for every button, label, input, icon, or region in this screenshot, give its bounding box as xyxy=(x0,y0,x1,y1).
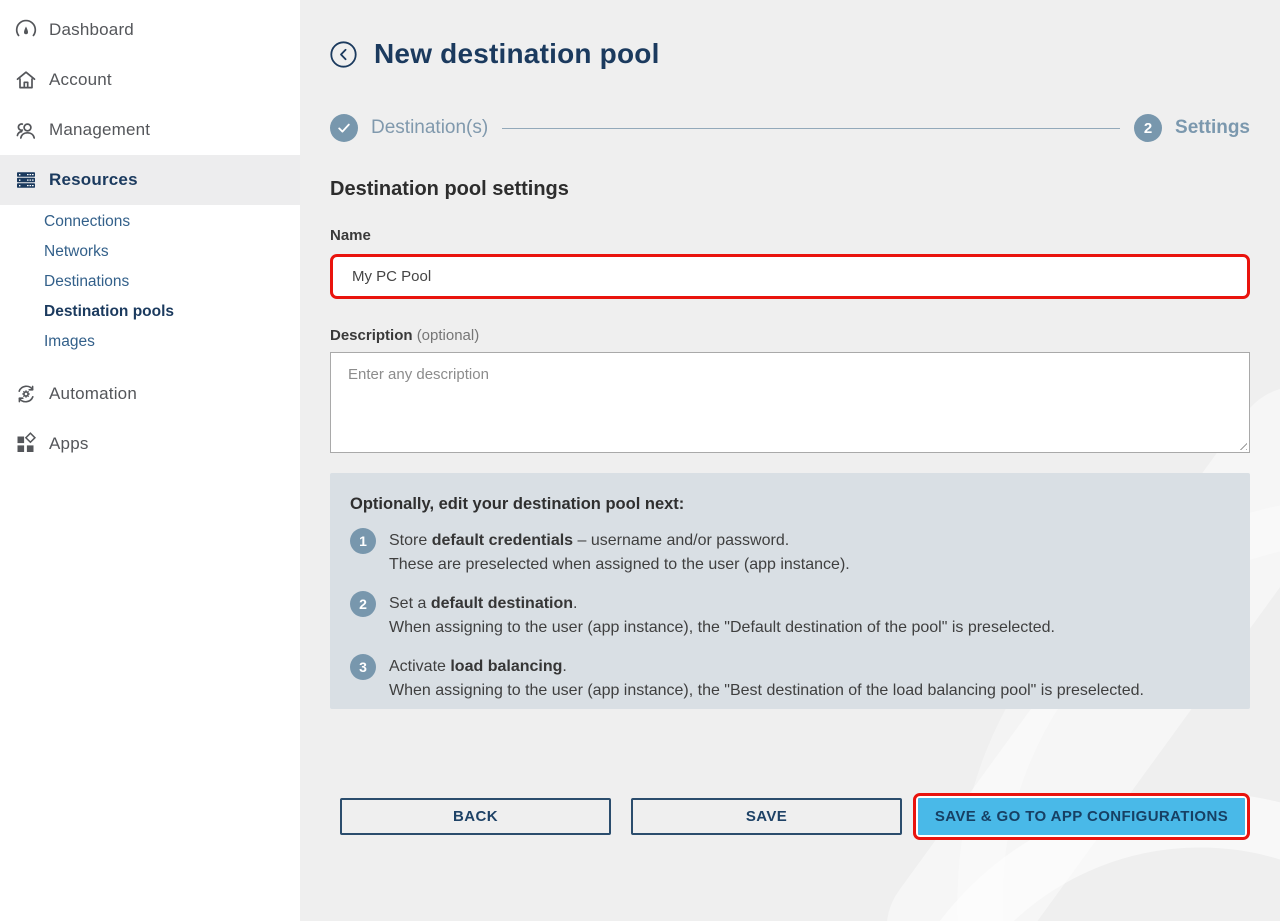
sidebar-item-destinations[interactable]: Destinations xyxy=(0,267,300,297)
sidebar-item-label: Automation xyxy=(49,384,137,404)
sidebar-item-account[interactable]: Account xyxy=(0,55,300,105)
name-input[interactable] xyxy=(335,259,1245,294)
sidebar-item-automation[interactable]: Automation xyxy=(0,369,300,419)
description-textarea[interactable] xyxy=(330,352,1250,453)
apps-icon xyxy=(14,432,38,456)
home-icon xyxy=(14,68,38,92)
sidebar-item-images[interactable]: Images xyxy=(0,327,300,357)
sidebar-item-dashboard[interactable]: Dashboard xyxy=(0,5,300,55)
description-label-text: Description xyxy=(330,327,413,344)
step-label: Settings xyxy=(1175,117,1250,139)
description-field-label: Description (optional) xyxy=(330,327,1250,344)
info-item-3: 3 Activate load balancing. When assignin… xyxy=(350,655,1230,703)
stepper-connector-line xyxy=(502,128,1120,129)
people-icon xyxy=(14,118,38,142)
info-item-text: Activate load balancing. When assigning … xyxy=(389,655,1144,703)
description-field-wrap xyxy=(330,352,1250,453)
stepper-step-settings: 2 Settings xyxy=(1134,114,1250,142)
back-button[interactable] xyxy=(330,41,357,68)
sidebar-item-connections[interactable]: Connections xyxy=(0,207,300,237)
sidebar-item-networks[interactable]: Networks xyxy=(0,237,300,267)
info-item-text: Set a default destination. When assignin… xyxy=(389,592,1055,640)
info-box-title: Optionally, edit your destination pool n… xyxy=(350,495,1230,514)
optional-hint: (optional) xyxy=(417,327,480,344)
automation-icon xyxy=(14,382,38,406)
save-button[interactable]: SAVE xyxy=(631,798,902,835)
step-label: Destination(s) xyxy=(371,117,488,139)
sidebar-spacer xyxy=(0,360,300,369)
section-title: Destination pool settings xyxy=(330,178,1250,201)
main-content: New destination pool Destination(s) 2 Se… xyxy=(300,0,1280,921)
sidebar-item-apps[interactable]: Apps xyxy=(0,419,300,469)
page-title: New destination pool xyxy=(374,38,660,70)
stepper-step-destinations[interactable]: Destination(s) xyxy=(330,114,488,142)
app-window: Dashboard Account Management xyxy=(0,0,1280,921)
page-header: New destination pool xyxy=(330,0,1250,70)
sidebar: Dashboard Account Management xyxy=(0,0,300,921)
info-item-2: 2 Set a default destination. When assign… xyxy=(350,592,1230,640)
step-completed-circle xyxy=(330,114,358,142)
sidebar-item-label: Management xyxy=(49,120,150,140)
checkmark-icon xyxy=(336,120,352,136)
resources-sub-list: Connections Networks Destinations Destin… xyxy=(0,207,300,357)
sidebar-item-label: Account xyxy=(49,70,112,90)
back-button-footer[interactable]: BACK xyxy=(340,798,611,835)
sidebar-item-label: Dashboard xyxy=(49,20,134,40)
info-item-1: 1 Store default credentials – username a… xyxy=(350,529,1230,577)
sidebar-item-destination-pools[interactable]: Destination pools xyxy=(0,297,300,327)
step-number-badge: 1 xyxy=(350,528,376,554)
step-number-circle: 2 xyxy=(1134,114,1162,142)
info-box: Optionally, edit your destination pool n… xyxy=(330,473,1250,709)
name-field-label: Name xyxy=(330,227,1250,244)
sidebar-item-label: Resources xyxy=(49,170,138,190)
step-number-badge: 2 xyxy=(350,591,376,617)
wizard-stepper: Destination(s) 2 Settings xyxy=(330,114,1250,142)
footer-actions: BACK SAVE SAVE & GO TO APP CONFIGURATION… xyxy=(330,793,1250,840)
annotation-highlight-save-go-button: SAVE & GO TO APP CONFIGURATIONS xyxy=(913,793,1250,840)
annotation-highlight-name-field xyxy=(330,254,1250,299)
sidebar-item-label: Apps xyxy=(49,434,89,454)
gauge-icon xyxy=(14,18,38,42)
sidebar-item-resources[interactable]: Resources xyxy=(0,155,300,205)
back-arrow-icon xyxy=(330,41,357,68)
servers-icon xyxy=(14,168,38,192)
step-number-badge: 3 xyxy=(350,654,376,680)
save-and-go-to-app-configurations-button[interactable]: SAVE & GO TO APP CONFIGURATIONS xyxy=(918,798,1245,835)
info-item-text: Store default credentials – username and… xyxy=(389,529,850,577)
sidebar-item-management[interactable]: Management xyxy=(0,105,300,155)
